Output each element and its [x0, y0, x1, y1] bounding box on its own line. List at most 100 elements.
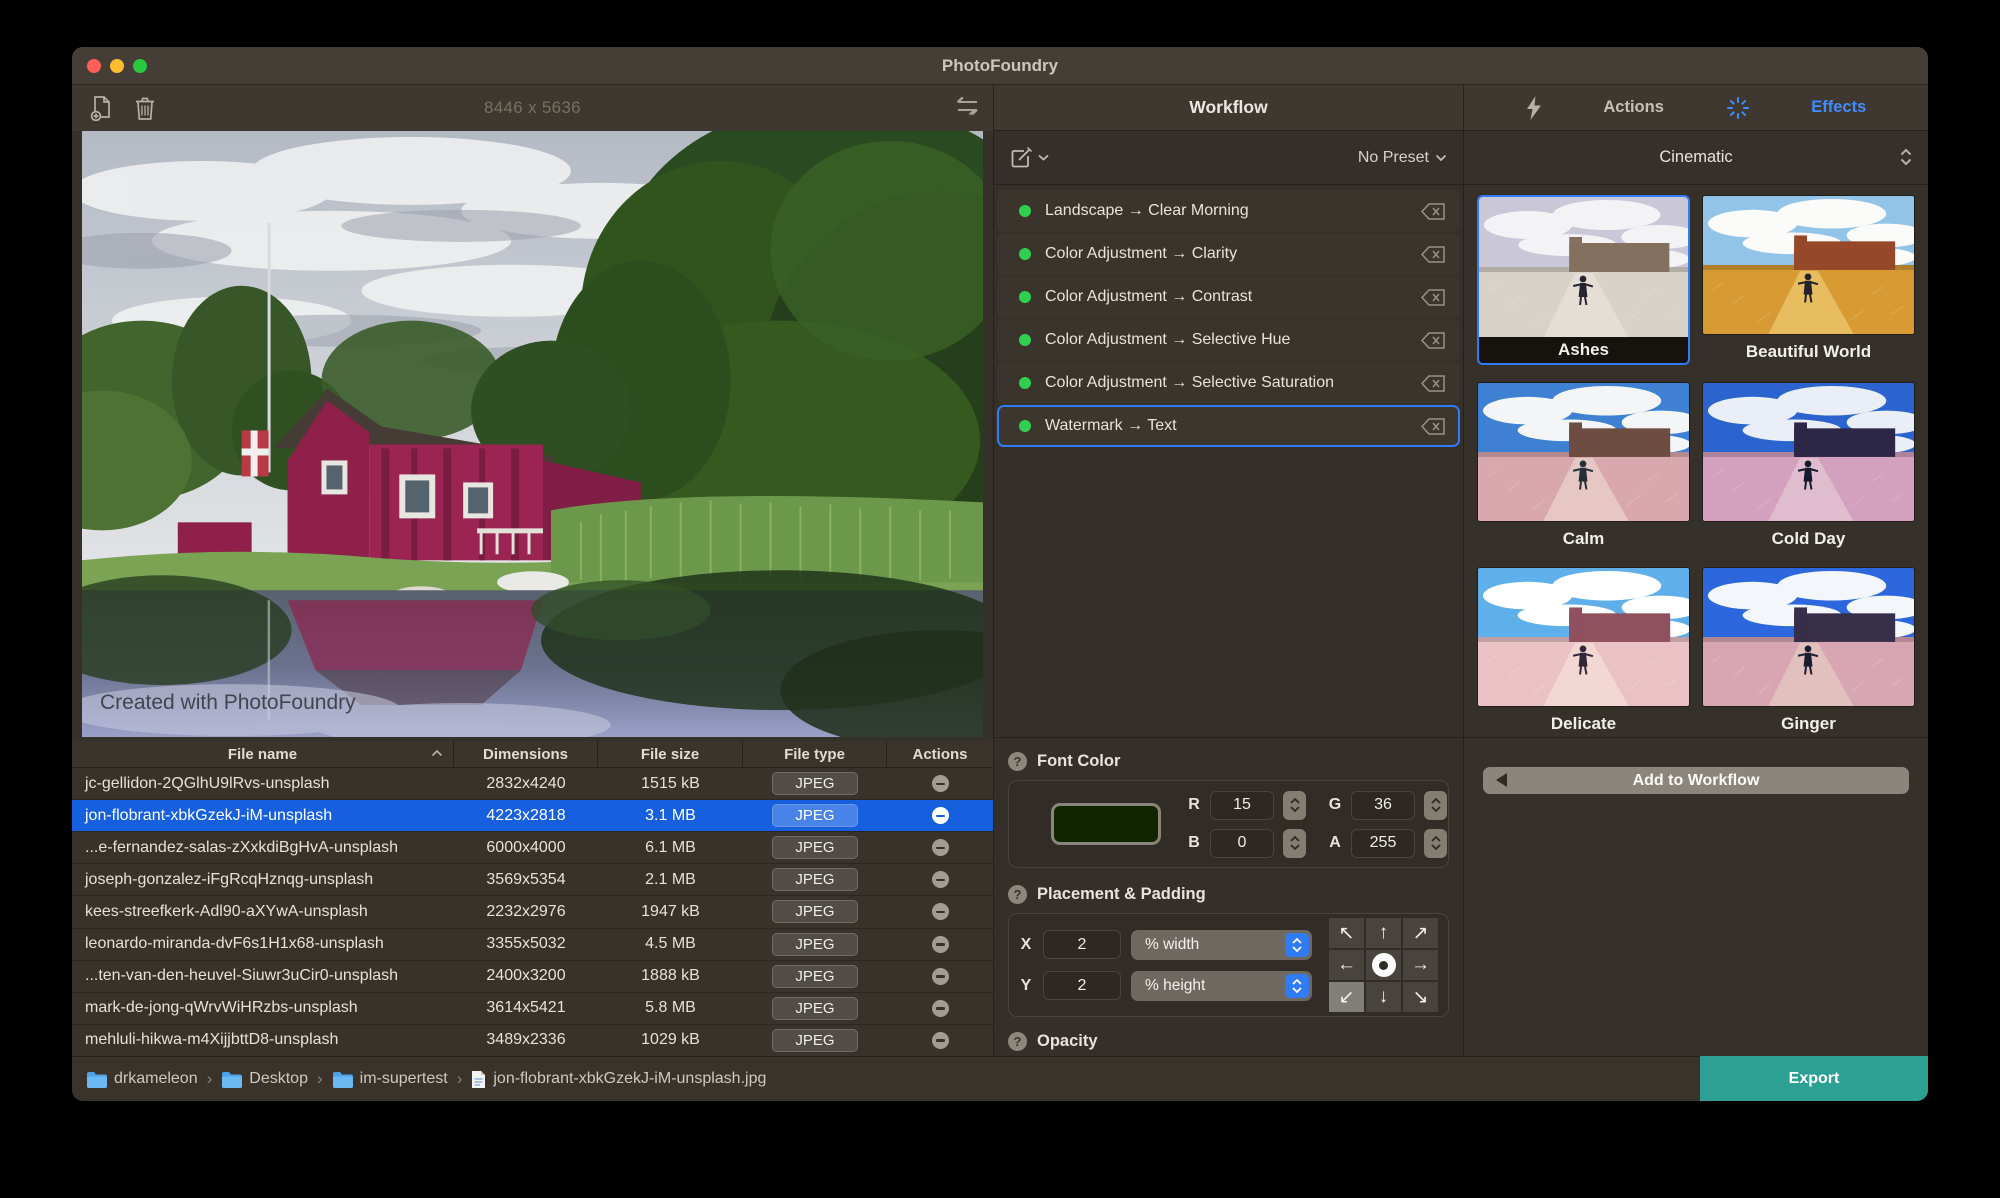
inspector-panel: Actions Effects Cinematic — [1464, 85, 1928, 1056]
breadcrumb-item[interactable]: Desktop — [221, 1070, 308, 1088]
effect-card[interactable]: Beautiful World — [1702, 195, 1915, 365]
effect-card[interactable]: Delicate — [1477, 567, 1690, 735]
table-row[interactable]: leonardo-miranda-dvF6s1H1x68-unsplash 33… — [72, 929, 993, 961]
remove-file-icon[interactable] — [932, 1000, 949, 1017]
preset-dropdown[interactable]: No Preset — [1358, 149, 1447, 167]
anchor-center[interactable] — [1366, 950, 1401, 980]
anchor-left[interactable]: ← — [1329, 950, 1364, 980]
sparkle-rays-icon — [1726, 96, 1750, 120]
add-to-workflow-button[interactable]: Add to Workflow — [1483, 767, 1909, 794]
breadcrumb-label: im-supertest — [360, 1070, 448, 1088]
breadcrumb-item[interactable]: jon-flobrant-xbkGzekJ-iM-unsplash.jpg — [471, 1070, 766, 1089]
breadcrumb-item[interactable]: drkameleon — [86, 1070, 198, 1088]
red-stepper[interactable] — [1283, 791, 1306, 820]
alpha-value-field[interactable]: 255 — [1351, 829, 1415, 858]
chevron-down-icon — [1435, 154, 1447, 162]
workflow-step[interactable]: Color Adjustment → Selective Hue — [997, 319, 1460, 361]
file-table: jc-gellidon-2QGlhU9lRvs-unsplash 2832x42… — [72, 768, 993, 1056]
remove-file-icon[interactable] — [932, 871, 949, 888]
workflow-step-label: Color Adjustment → Contrast — [1045, 288, 1421, 306]
tab-effects[interactable]: Effects — [1811, 98, 1866, 117]
anchor-up-left[interactable]: ↖ — [1329, 918, 1364, 948]
delete-step-icon[interactable] — [1421, 203, 1446, 220]
table-row[interactable]: ...e-fernandez-salas-zXxkdiBgHvA-unsplas… — [72, 832, 993, 864]
folder-icon — [332, 1071, 353, 1088]
remove-file-icon[interactable] — [932, 807, 949, 824]
effect-card[interactable]: Ashes — [1477, 195, 1690, 365]
help-icon[interactable]: ? — [1008, 885, 1027, 904]
remove-file-icon[interactable] — [932, 936, 949, 953]
table-row[interactable]: mehluli-hikwa-m4XijjbttD8-unsplash 3489x… — [72, 1025, 993, 1056]
delete-step-icon[interactable] — [1421, 418, 1446, 435]
anchor-down-right[interactable]: ↘ — [1403, 982, 1438, 1012]
column-header-file-type[interactable]: File type — [743, 741, 887, 767]
breadcrumb-item[interactable]: im-supertest — [332, 1070, 448, 1088]
column-header-dimensions[interactable]: Dimensions — [454, 741, 598, 767]
delete-step-icon[interactable] — [1421, 289, 1446, 306]
status-dot-icon — [1019, 334, 1031, 346]
workflow-panel: Workflow No Preset Landscape → Clear Mor… — [993, 85, 1464, 1056]
file-type-badge[interactable]: JPEG — [772, 997, 858, 1020]
anchor-up[interactable]: ↑ — [1366, 918, 1401, 948]
anchor-right[interactable]: → — [1403, 950, 1438, 980]
remove-file-icon[interactable] — [932, 968, 949, 985]
file-type-badge[interactable]: JPEG — [772, 965, 858, 988]
placement-section-header: ? Placement & Padding — [1008, 885, 1449, 904]
blue-value-field[interactable]: 0 — [1210, 829, 1274, 858]
effect-name: Cold Day — [1702, 527, 1915, 550]
delete-step-icon[interactable] — [1421, 246, 1446, 263]
file-type-badge[interactable]: JPEG — [772, 804, 858, 827]
alpha-stepper[interactable] — [1424, 829, 1447, 858]
remove-file-icon[interactable] — [932, 903, 949, 920]
table-row[interactable]: mark-de-jong-qWrvWiHRzbs-unsplash 3614x5… — [72, 993, 993, 1025]
file-type-badge[interactable]: JPEG — [772, 900, 858, 923]
effect-card[interactable]: Cold Day — [1702, 382, 1915, 550]
remove-file-icon[interactable] — [932, 775, 949, 792]
dimensions-cell: 3614x5421 — [454, 993, 598, 1024]
workflow-step[interactable]: Color Adjustment → Clarity — [997, 233, 1460, 275]
blue-stepper[interactable] — [1283, 829, 1306, 858]
x-value-field[interactable]: 2 — [1043, 930, 1121, 959]
file-type-badge[interactable]: JPEG — [772, 1029, 858, 1052]
y-unit-select[interactable]: % height — [1131, 971, 1312, 1001]
file-type-badge[interactable]: JPEG — [772, 836, 858, 859]
column-header-file-name[interactable]: File name — [72, 741, 454, 767]
workflow-step[interactable]: Color Adjustment → Contrast — [997, 276, 1460, 318]
effect-category-select[interactable]: Cinematic — [1464, 131, 1928, 185]
column-header-file-size[interactable]: File size — [598, 741, 743, 767]
workflow-step[interactable]: Watermark → Text — [997, 405, 1460, 447]
anchor-up-right[interactable]: ↗ — [1403, 918, 1438, 948]
edit-workflow-icon[interactable] — [1010, 146, 1049, 169]
green-value-field[interactable]: 36 — [1351, 791, 1415, 820]
help-icon[interactable]: ? — [1008, 752, 1027, 771]
file-type-badge[interactable]: JPEG — [772, 933, 858, 956]
y-value-field[interactable]: 2 — [1043, 971, 1121, 1000]
green-stepper[interactable] — [1424, 791, 1447, 820]
export-button[interactable]: Export — [1700, 1056, 1928, 1101]
table-row[interactable]: ...ten-van-den-heuvel-Siuwr3uCir0-unspla… — [72, 961, 993, 993]
anchor-down[interactable]: ↓ — [1366, 982, 1401, 1012]
effect-card[interactable]: Calm — [1477, 382, 1690, 550]
table-row[interactable]: jon-flobrant-xbkGzekJ-iM-unsplash 4223x2… — [72, 800, 993, 832]
tab-actions[interactable]: Actions — [1603, 98, 1664, 117]
compare-swap-icon[interactable] — [953, 95, 979, 119]
delete-step-icon[interactable] — [1421, 332, 1446, 349]
table-row[interactable]: joseph-gonzalez-iFgRcqHznqg-unsplash 356… — [72, 864, 993, 896]
anchor-down-left[interactable]: ↙ — [1329, 982, 1364, 1012]
red-value-field[interactable]: 15 — [1210, 791, 1274, 820]
workflow-step[interactable]: Color Adjustment → Selective Saturation — [997, 362, 1460, 404]
channel-red: R 15 — [1187, 791, 1306, 820]
delete-step-icon[interactable] — [1421, 375, 1446, 392]
column-header-actions[interactable]: Actions — [887, 741, 993, 767]
workflow-step[interactable]: Landscape → Clear Morning — [997, 190, 1460, 232]
font-color-swatch[interactable] — [1051, 803, 1161, 845]
x-unit-select[interactable]: % width — [1131, 930, 1312, 960]
remove-file-icon[interactable] — [932, 839, 949, 856]
file-type-badge[interactable]: JPEG — [772, 772, 858, 795]
table-row[interactable]: jc-gellidon-2QGlhU9lRvs-unsplash 2832x42… — [72, 768, 993, 800]
help-icon[interactable]: ? — [1008, 1032, 1027, 1051]
file-type-badge[interactable]: JPEG — [772, 868, 858, 891]
table-row[interactable]: kees-streefkerk-Adl90-aXYwA-unsplash 223… — [72, 896, 993, 928]
remove-file-icon[interactable] — [932, 1032, 949, 1049]
effect-card[interactable]: Ginger — [1702, 567, 1915, 735]
